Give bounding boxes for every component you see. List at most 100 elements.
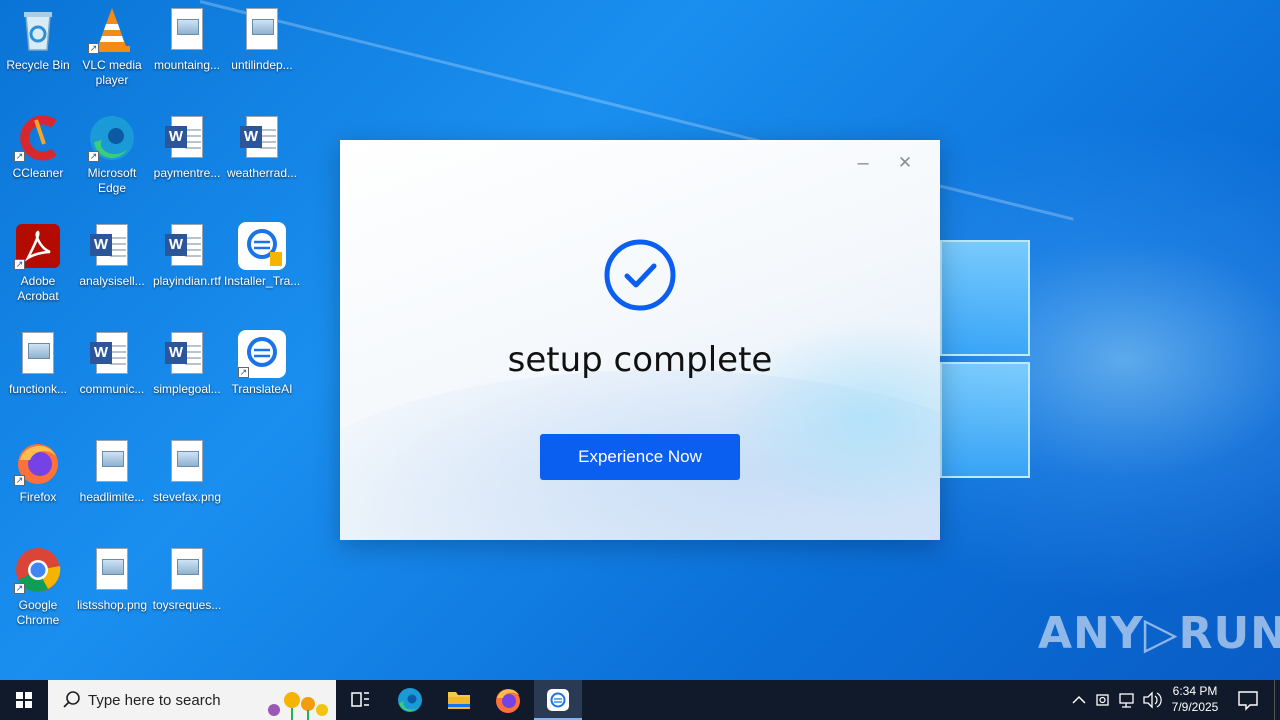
firefox-icon [496, 689, 520, 713]
taskbar-edge[interactable] [386, 680, 434, 720]
desktop-icon-paymentre[interactable]: W paymentre... [149, 108, 225, 181]
desktop-icon-label: communic... [79, 382, 145, 396]
action-center-button[interactable] [1228, 680, 1268, 720]
desktop-icon-toysreques[interactable]: toysreques... [149, 540, 225, 613]
desktop-icon-chrome[interactable]: ↗ Google Chrome [0, 540, 76, 628]
desktop-icon-label: Google Chrome [16, 598, 60, 627]
firefox-icon: ↗ [14, 438, 62, 486]
image-file-icon [88, 546, 136, 594]
desktop-icon-untilindep[interactable]: untilindep... [224, 0, 300, 73]
desktop-icon-label: paymentre... [153, 166, 221, 180]
taskbar-search-box[interactable]: Type here to search [48, 680, 336, 720]
desktop-icon-label: Microsoft Edge [87, 166, 137, 195]
desktop-icon-label: CCleaner [12, 166, 64, 180]
word-doc-icon: W [163, 114, 211, 162]
folder-icon [448, 692, 470, 709]
chrome-icon: ↗ [14, 546, 62, 594]
image-file-icon [14, 330, 62, 378]
windows-start-icon [16, 692, 32, 708]
speaker-icon [1143, 691, 1162, 709]
desktop-icon-simplegoal[interactable]: W simplegoal... [149, 324, 225, 397]
desktop-icon-analysisell[interactable]: W analysisell... [74, 216, 150, 289]
windows-logo-wallpaper [940, 240, 1030, 480]
desktop-icon-label: playindian.rtf [152, 274, 222, 288]
desktop-icon-label: toysreques... [152, 598, 222, 612]
clock-time: 6:34 PM [1172, 684, 1218, 698]
camera-icon [1096, 694, 1109, 706]
word-doc-icon: W [163, 222, 211, 270]
recycle-bin-icon [14, 6, 62, 54]
desktop-icon-mountaing[interactable]: mountaing... [149, 0, 225, 73]
word-doc-icon: W [88, 222, 136, 270]
image-file-icon [88, 438, 136, 486]
desktop-icon-label: Recycle Bin [6, 58, 70, 72]
translate-icon: ↗ [238, 330, 286, 378]
desktop-icon-playindian[interactable]: W playindian.rtf [149, 216, 225, 289]
desktop-icon-label: headlimite... [79, 490, 145, 504]
show-hidden-icons-button[interactable] [1068, 680, 1090, 720]
desktop-icon-label: Firefox [19, 490, 57, 504]
desktop-icon-label: Installer_Tra... [224, 274, 301, 288]
desktop-icon-label: VLC media player [82, 58, 142, 87]
desktop-icon-vlc[interactable]: ↗ VLC media player [74, 0, 150, 88]
task-view-icon [351, 692, 369, 707]
desktop-icon-label: functionk... [8, 382, 68, 396]
tray-meet-now[interactable] [1092, 680, 1114, 720]
anyrun-watermark: ANY▷RUN [1038, 608, 1280, 659]
desktop-icon-label: Adobe Acrobat [17, 274, 59, 303]
chevron-up-icon [1072, 695, 1086, 704]
desktop-icon-label: untilindep... [231, 58, 293, 72]
desktop-icon-label: simplegoal... [153, 382, 221, 396]
tray-clock[interactable]: 6:34 PM 7/9/2025 [1164, 680, 1226, 720]
minimize-icon: – [857, 152, 869, 174]
desktop-icon-edge[interactable]: ↗ Microsoft Edge [74, 108, 150, 196]
image-file-icon [238, 6, 286, 54]
translate-icon [547, 689, 569, 711]
notification-icon [1238, 691, 1258, 711]
desktop-icon-installer-translate[interactable]: Installer_Tra... [224, 216, 300, 289]
taskbar: Type here to search 6:34 PM 7/9/2025 [0, 680, 1280, 720]
edge-icon [398, 688, 422, 712]
desktop-icon-listsshop[interactable]: listsshop.png [74, 540, 150, 613]
desktop-icon-firefox[interactable]: ↗ Firefox [0, 432, 76, 505]
setup-complete-dialog: – ✕ setup complete Experience Now [340, 140, 940, 540]
desktop-icon-label: analysisell... [79, 274, 145, 288]
desktop-icon-functionk[interactable]: functionk... [0, 324, 76, 397]
start-button[interactable] [0, 680, 48, 720]
desktop-icon-translateai[interactable]: ↗ TranslateAI [224, 324, 300, 397]
experience-now-button[interactable]: Experience Now [540, 434, 740, 480]
task-view-button[interactable] [336, 680, 384, 720]
taskbar-file-explorer[interactable] [435, 680, 483, 720]
image-file-icon [163, 6, 211, 54]
taskbar-translateai-active[interactable] [534, 680, 582, 720]
word-doc-icon: W [238, 114, 286, 162]
dialog-title: setup complete [507, 340, 773, 380]
show-desktop-button[interactable] [1274, 680, 1280, 720]
tray-network[interactable] [1116, 680, 1138, 720]
network-icon [1119, 693, 1134, 708]
search-placeholder: Type here to search [88, 692, 221, 709]
tray-volume[interactable] [1140, 680, 1162, 720]
vlc-icon: ↗ [88, 6, 136, 54]
taskbar-firefox[interactable] [484, 680, 532, 720]
acrobat-icon: ↗ [14, 222, 62, 270]
desktop-icon-ccleaner[interactable]: ↗ CCleaner [0, 108, 76, 181]
close-button[interactable]: ✕ [894, 152, 916, 174]
desktop-icon-label: listsshop.png [76, 598, 148, 612]
desktop-icon-stevefax[interactable]: stevefax.png [149, 432, 225, 505]
translate-installer-icon [238, 222, 286, 270]
desktop-icon-recycle-bin[interactable]: Recycle Bin [0, 0, 76, 73]
desktop-icon-acrobat[interactable]: ↗ Adobe Acrobat [0, 216, 76, 304]
checkmark-circle-icon [603, 238, 677, 312]
desktop-icon-headlimite[interactable]: headlimite... [74, 432, 150, 505]
ccleaner-icon: ↗ [14, 114, 62, 162]
word-doc-icon: W [88, 330, 136, 378]
clock-date: 7/9/2025 [1171, 700, 1219, 714]
image-file-icon [163, 438, 211, 486]
minimize-button[interactable]: – [852, 152, 874, 174]
desktop-icon-communic[interactable]: W communic... [74, 324, 150, 397]
edge-icon: ↗ [88, 114, 136, 162]
search-highlight-flowers-icon [268, 692, 328, 720]
desktop-icon-weatherrad[interactable]: W weatherrad... [224, 108, 300, 181]
word-doc-icon: W [163, 330, 211, 378]
